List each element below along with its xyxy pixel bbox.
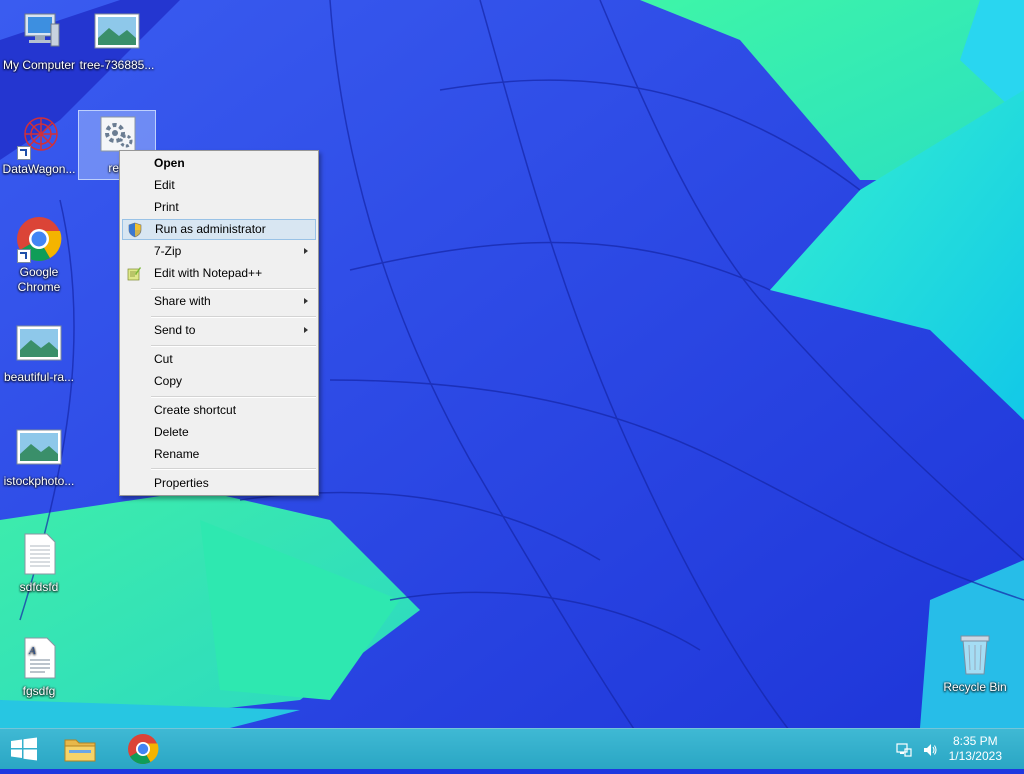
desktop-icon-beautiful-image[interactable]: beautiful-ra... — [0, 320, 78, 385]
chrome-icon — [128, 734, 159, 765]
menu-item-rename[interactable]: Rename — [122, 444, 316, 465]
desktop-icon-recycle-bin[interactable]: Recycle Bin — [936, 630, 1014, 695]
desktop-icon-google-chrome[interactable]: Google Chrome — [0, 215, 78, 295]
shortcut-arrow-icon — [17, 146, 31, 160]
submenu-arrow-icon — [304, 248, 308, 254]
computer-icon — [15, 8, 63, 56]
datawagon-app-icon — [15, 112, 63, 160]
desktop-icon-label: Google Chrome — [17, 265, 61, 294]
menu-item-label: Open — [154, 156, 185, 170]
image-file-icon — [15, 424, 63, 472]
desktop-icon-label: DataWagon... — [2, 162, 76, 176]
desktop-icon-sdfdsfd[interactable]: sdfdsfd — [0, 530, 78, 595]
taskbar-clock[interactable]: 8:35 PM 1/13/2023 — [949, 734, 1002, 764]
menu-item-label: Create shortcut — [154, 403, 237, 417]
desktop-icon-label: tree-736885... — [79, 58, 155, 72]
desktop-icon-tree-image[interactable]: tree-736885... — [78, 8, 156, 73]
svg-text:A: A — [28, 645, 36, 657]
text-document-icon — [15, 530, 63, 578]
menu-item-label: Send to — [154, 323, 196, 337]
menu-item-copy[interactable]: Copy — [122, 371, 316, 392]
menu-item-7zip[interactable]: 7-Zip — [122, 241, 316, 262]
desktop-icon-datawagon[interactable]: DataWagon... — [0, 112, 78, 177]
wordpad-document-icon: A — [15, 634, 63, 682]
desktop-icon-label: istockphoto... — [3, 474, 75, 488]
image-file-icon — [15, 320, 63, 368]
menu-item-label: Print — [154, 200, 179, 214]
desktop-icon-label: Recycle Bin — [943, 680, 1007, 694]
volume-icon[interactable] — [922, 742, 938, 758]
submenu-arrow-icon — [304, 298, 308, 304]
shortcut-arrow-icon — [17, 249, 31, 263]
clock-date: 1/13/2023 — [948, 749, 1002, 763]
menu-item-label: Edit with Notepad++ — [154, 266, 263, 280]
notepadpp-icon — [126, 265, 142, 281]
desktop-icon-label: fgsdfg — [22, 684, 56, 698]
uac-shield-icon — [127, 222, 143, 238]
chrome-icon — [15, 215, 63, 263]
menu-item-create-shortcut[interactable]: Create shortcut — [122, 400, 316, 421]
menu-item-edit-with-notepadpp[interactable]: Edit with Notepad++ — [122, 263, 316, 284]
desktop-icon-label: My Computer — [2, 58, 76, 72]
desktop-icon-istockphoto-image[interactable]: istockphoto... — [0, 424, 78, 489]
file-explorer-icon — [64, 739, 96, 762]
menu-item-open[interactable]: Open — [122, 153, 316, 174]
menu-item-delete[interactable]: Delete — [122, 422, 316, 443]
menu-item-run-as-administrator[interactable]: Run as administrator — [122, 219, 316, 240]
desktop-icon-fgsdfg[interactable]: A fgsdfg — [0, 634, 78, 699]
menu-separator — [151, 396, 316, 398]
menu-item-label: Rename — [154, 447, 200, 461]
taskbar: 8:35 PM 1/13/2023 — [0, 728, 1024, 769]
menu-item-label: Share with — [154, 294, 211, 308]
menu-item-label: 7-Zip — [154, 244, 182, 258]
windows-start-icon — [11, 737, 37, 761]
recycle-bin-icon — [951, 630, 999, 678]
context-menu: Open Edit Print Run as administrator 7-Z… — [119, 150, 319, 496]
menu-item-label: Properties — [154, 476, 209, 490]
taskbar-file-explorer[interactable] — [56, 729, 104, 769]
desktop-icon-label: sdfdsfd — [19, 580, 59, 594]
menu-item-properties[interactable]: Properties — [122, 473, 316, 494]
menu-item-label: Copy — [154, 374, 183, 388]
submenu-arrow-icon — [304, 327, 308, 333]
menu-separator — [151, 288, 316, 290]
network-icon[interactable] — [896, 742, 912, 758]
desktop-icon-my-computer[interactable]: My Computer — [0, 8, 78, 73]
image-file-icon — [93, 8, 141, 56]
menu-separator — [151, 468, 316, 470]
system-tray — [896, 741, 938, 759]
menu-item-label: Edit — [154, 178, 175, 192]
menu-item-print[interactable]: Print — [122, 197, 316, 218]
start-button[interactable] — [0, 729, 48, 769]
menu-item-label: Delete — [154, 425, 189, 439]
menu-item-share-with[interactable]: Share with — [122, 291, 316, 312]
menu-item-label: Cut — [154, 352, 173, 366]
menu-item-edit[interactable]: Edit — [122, 175, 316, 196]
menu-separator — [151, 316, 316, 318]
desktop-icon-label: beautiful-ra... — [3, 370, 75, 384]
clock-time: 8:35 PM — [952, 734, 998, 748]
taskbar-chrome[interactable] — [119, 729, 167, 769]
menu-separator — [151, 345, 316, 347]
menu-item-send-to[interactable]: Send to — [122, 320, 316, 341]
menu-item-cut[interactable]: Cut — [122, 349, 316, 370]
menu-item-label: Run as administrator — [155, 222, 266, 236]
